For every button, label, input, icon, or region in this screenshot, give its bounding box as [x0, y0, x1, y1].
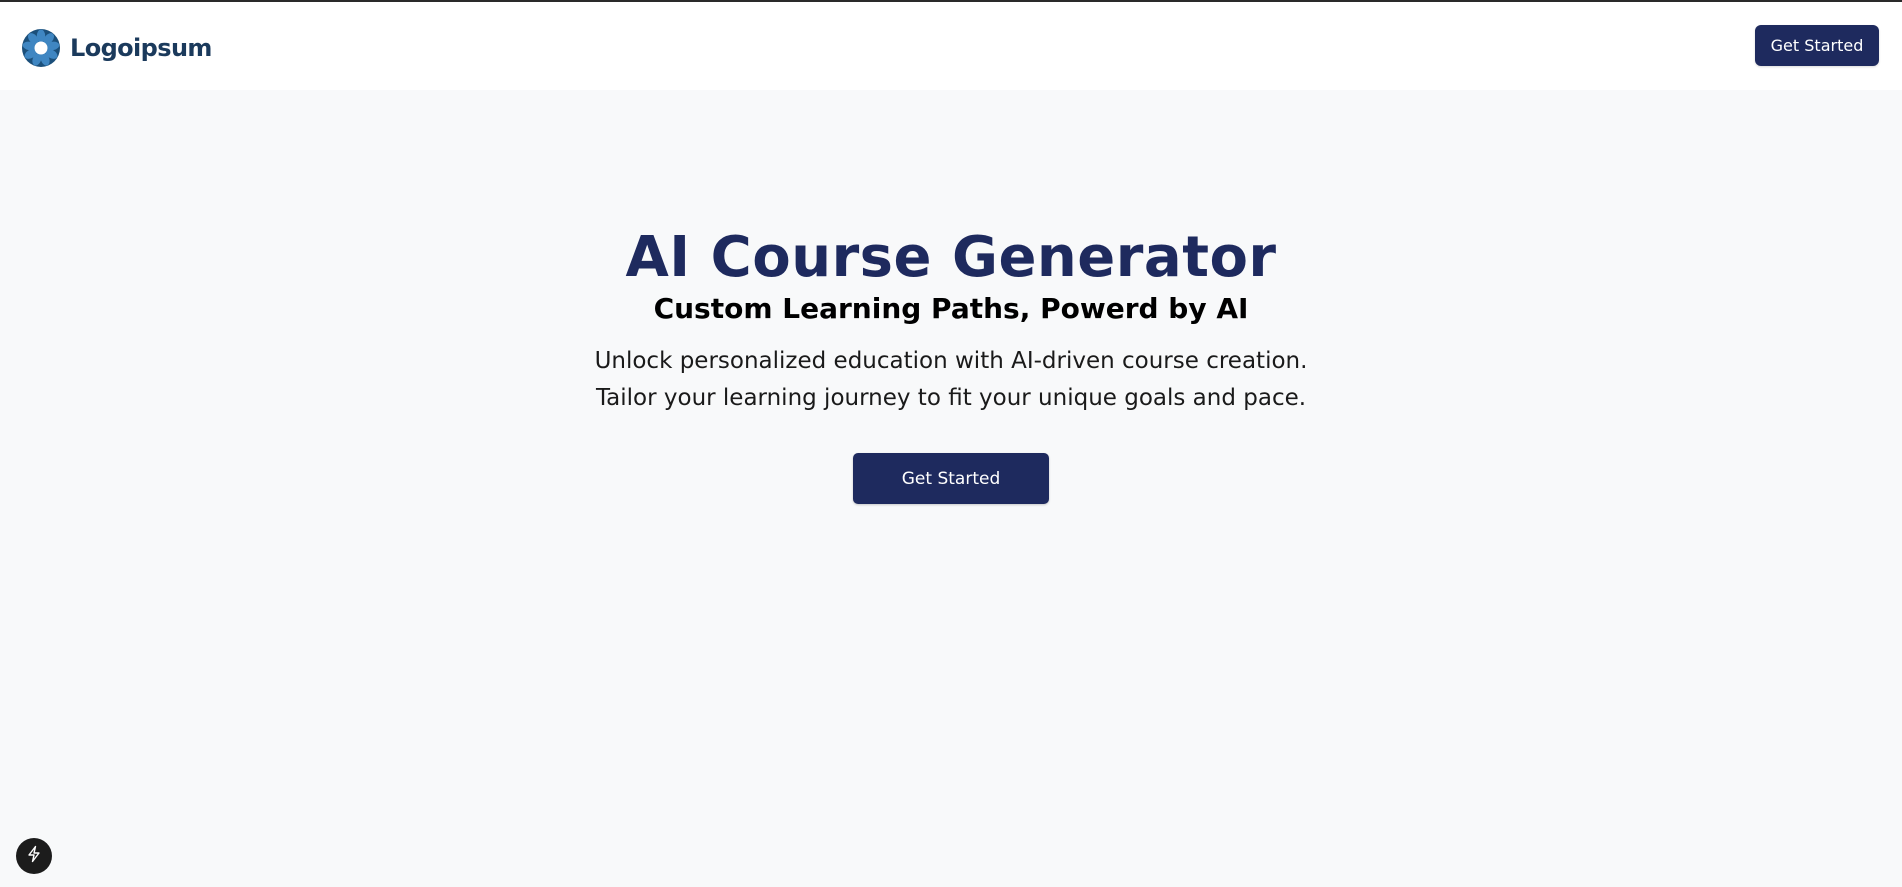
logo-icon [21, 28, 61, 68]
hero-title: AI Course Generator [625, 225, 1277, 290]
hero-get-started-button[interactable]: Get Started [853, 453, 1049, 504]
lightning-icon [25, 845, 43, 867]
logo[interactable]: Logoipsum [21, 27, 212, 69]
hero-description: Unlock personalized education with AI-dr… [0, 343, 1902, 417]
site-header: Logoipsum Get Started [0, 2, 1902, 90]
hero-description-line-2: Tailor your learning journey to fit your… [595, 385, 1307, 411]
hero-section: AI Course Generator Custom Learning Path… [0, 225, 1902, 504]
header-get-started-button[interactable]: Get Started [1755, 25, 1879, 66]
logo-text: Logoipsum [70, 34, 212, 62]
hero-description-line-1: Unlock personalized education with AI-dr… [594, 348, 1308, 374]
hero-subtitle: Custom Learning Paths, Powerd by AI [653, 292, 1249, 325]
dev-tools-badge[interactable] [16, 838, 52, 874]
